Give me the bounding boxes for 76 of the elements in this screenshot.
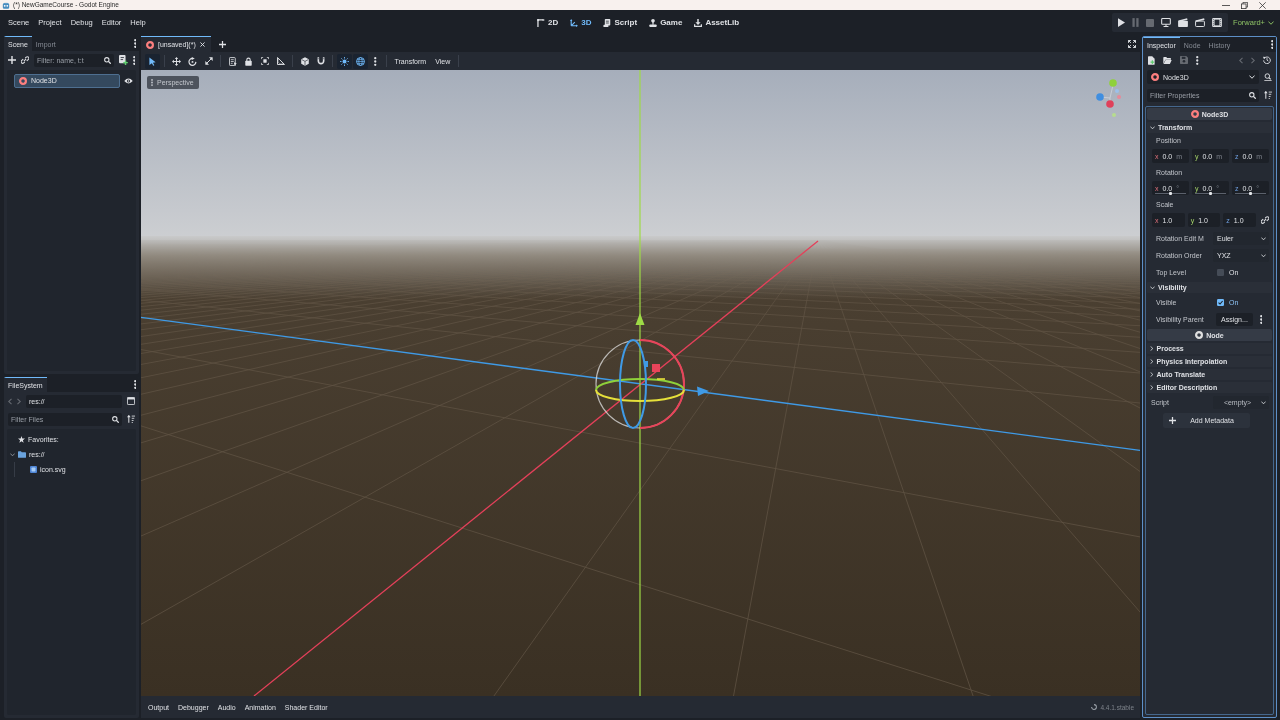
scale-arrows-icon [204, 57, 213, 65]
workspace-tab[interactable]: Script [601, 15, 640, 30]
caret-down-icon [1261, 236, 1266, 241]
corner-axes-icon [537, 18, 545, 27]
more-icon[interactable] [1259, 315, 1263, 324]
chain-link-icon[interactable] [21, 56, 29, 64]
scroll-icon [603, 18, 612, 27]
magnet-icon [316, 57, 325, 65]
lock-icon [245, 56, 252, 66]
more-icon[interactable] [132, 55, 135, 65]
checkbox[interactable] [1217, 269, 1224, 276]
checkbox[interactable] [1217, 299, 1224, 306]
image-file-icon [30, 466, 37, 473]
history-icon[interactable] [1263, 56, 1271, 64]
workspace-tab[interactable]: 3D [568, 15, 594, 30]
close-icon[interactable] [1259, 1, 1266, 9]
plus-icon[interactable] [218, 40, 226, 48]
folder-icon [18, 451, 26, 458]
search-icon [103, 56, 111, 64]
sort-icon[interactable] [1264, 91, 1272, 99]
clapperboard-icon[interactable] [1178, 18, 1189, 27]
ring-icon [146, 40, 154, 49]
more-icon[interactable] [133, 39, 136, 48]
tool-button[interactable] [353, 53, 368, 69]
folder-icon[interactable] [1163, 56, 1172, 64]
eye-icon[interactable] [124, 77, 133, 84]
more-icon[interactable] [374, 56, 377, 66]
group-icon [260, 57, 269, 65]
monitor-icon[interactable] [1161, 18, 1172, 27]
list-icon [228, 56, 237, 66]
help-search-icon[interactable] [1264, 73, 1272, 81]
workspace-tab[interactable]: AssetLib [692, 15, 742, 30]
search-icon [112, 415, 119, 423]
axes-icon [570, 18, 579, 27]
download-icon [694, 18, 703, 27]
ruler-icon [276, 57, 285, 65]
cube-icon [300, 56, 309, 66]
slider-thumb[interactable] [1209, 192, 1212, 195]
ring-icon [19, 76, 27, 85]
sort-icon[interactable] [127, 415, 135, 423]
star-icon [18, 436, 25, 443]
caret-down-icon [1261, 253, 1266, 258]
caret-down-icon [1249, 75, 1255, 79]
more-icon[interactable] [1270, 40, 1273, 49]
minimize-icon[interactable] [1222, 4, 1230, 6]
panel-layout-icon[interactable] [127, 397, 135, 405]
search-icon [1249, 91, 1256, 99]
play-icon[interactable] [1118, 18, 1126, 27]
more-icon[interactable] [133, 380, 136, 389]
app-logo-icon [2, 1, 10, 9]
rotate-icon [188, 56, 197, 66]
ring-icon [1151, 73, 1159, 81]
sun-icon [340, 56, 349, 66]
joystick-icon [649, 18, 658, 27]
tool-button[interactable] [337, 53, 352, 69]
film-icon[interactable] [1212, 18, 1223, 27]
plus-icon[interactable] [8, 56, 16, 64]
fullscreen-icon[interactable] [1128, 40, 1136, 48]
plus-icon [1169, 417, 1176, 424]
slider-thumb[interactable] [1169, 192, 1172, 195]
clapperboard-outline-icon[interactable] [1195, 18, 1206, 27]
workspace-tab[interactable]: 2D [535, 15, 561, 30]
restore-icon[interactable] [1241, 1, 1248, 9]
caret-down-icon [1261, 400, 1266, 405]
chain-link-icon[interactable] [1261, 216, 1269, 224]
slider-thumb[interactable] [1249, 192, 1252, 195]
scroll-plus-icon[interactable] [118, 55, 128, 65]
more-icon[interactable] [1196, 55, 1199, 65]
caret-down-icon [1268, 20, 1274, 25]
move-arrows-icon [172, 56, 181, 66]
new-file-icon[interactable] [1148, 55, 1155, 65]
tool-button[interactable] [145, 53, 160, 69]
spinner-icon[interactable] [1091, 704, 1098, 710]
globe-icon [356, 56, 365, 66]
workspace-tab[interactable]: Game [647, 15, 685, 30]
cursor-icon [149, 56, 156, 66]
